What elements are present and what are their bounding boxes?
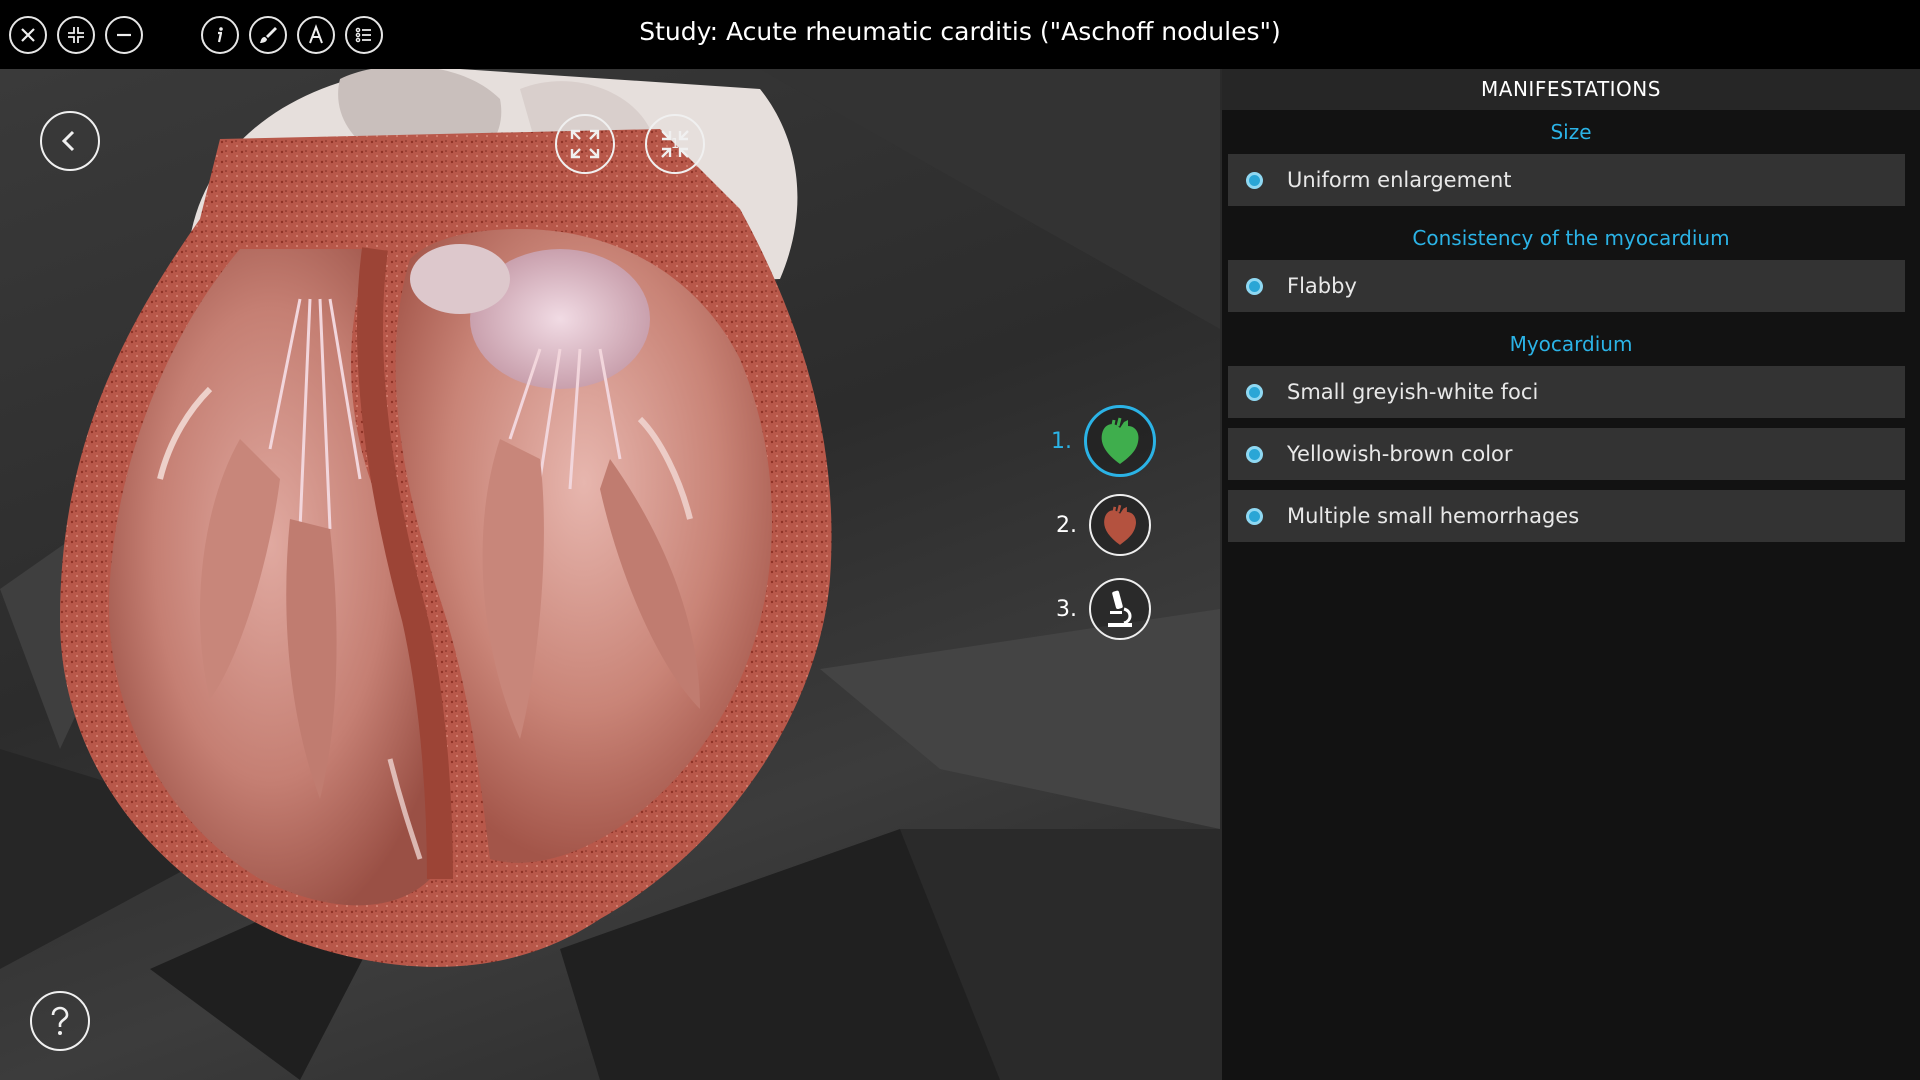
manifestations-panel: MANIFESTATIONS Size Uniform enlargement … [1220,69,1920,1080]
heart-green-icon [1101,417,1139,464]
step-number: 3. [1056,596,1077,622]
window-title: Study: Acute rheumatic carditis ("Aschof… [639,17,1281,46]
item-label: Uniform enlargement [1287,168,1512,192]
list-item[interactable]: Multiple small hemorrhages [1228,490,1905,542]
step-3[interactable]: 3. [1037,578,1151,640]
panel-header: MANIFESTATIONS [1222,69,1920,110]
microscope-icon [1108,590,1132,627]
bullet-icon [1246,383,1263,401]
list-item[interactable]: Small greyish-white foci [1228,366,1905,418]
step-2[interactable]: 2. [1037,494,1151,556]
3d-viewport[interactable]: 1 1. 2. 3. [0,69,1220,1080]
bullet-icon [1246,277,1263,295]
expand-view-button[interactable] [555,114,615,174]
section-title-myocardium: Myocardium [1509,332,1633,356]
heart-model[interactable] [40,69,1000,1039]
help-icon [51,1006,69,1035]
item-label: Small greyish-white foci [1287,380,1539,404]
step-1[interactable]: 1. [1032,405,1156,477]
list-item[interactable]: Flabby [1228,260,1905,312]
expand-icon [570,129,600,159]
help-button[interactable] [30,991,90,1051]
list-item[interactable]: Yellowish-brown color [1228,428,1905,480]
item-label: Flabby [1287,274,1357,298]
shrink-badge: 1 [670,136,680,152]
item-label: Yellowish-brown color [1287,442,1513,466]
bullet-icon [1246,445,1263,463]
bullet-icon [1246,171,1263,189]
back-button[interactable] [40,111,100,171]
step-1-button[interactable] [1084,405,1156,477]
chevron-left-icon [61,130,75,152]
item-label: Multiple small hemorrhages [1287,504,1580,528]
step-number: 1. [1051,428,1072,454]
bullet-icon [1246,507,1263,525]
step-3-button[interactable] [1089,578,1151,640]
shrink-view-button[interactable]: 1 [645,114,705,174]
section-title-size: Size [1550,120,1592,144]
heart-red-icon [1104,504,1136,545]
step-number: 2. [1056,512,1077,538]
step-2-button[interactable] [1089,494,1151,556]
list-item[interactable]: Uniform enlargement [1228,154,1905,206]
section-title-consistency: Consistency of the myocardium [1412,226,1730,250]
top-bar: Study: Acute rheumatic carditis ("Aschof… [0,0,1920,69]
